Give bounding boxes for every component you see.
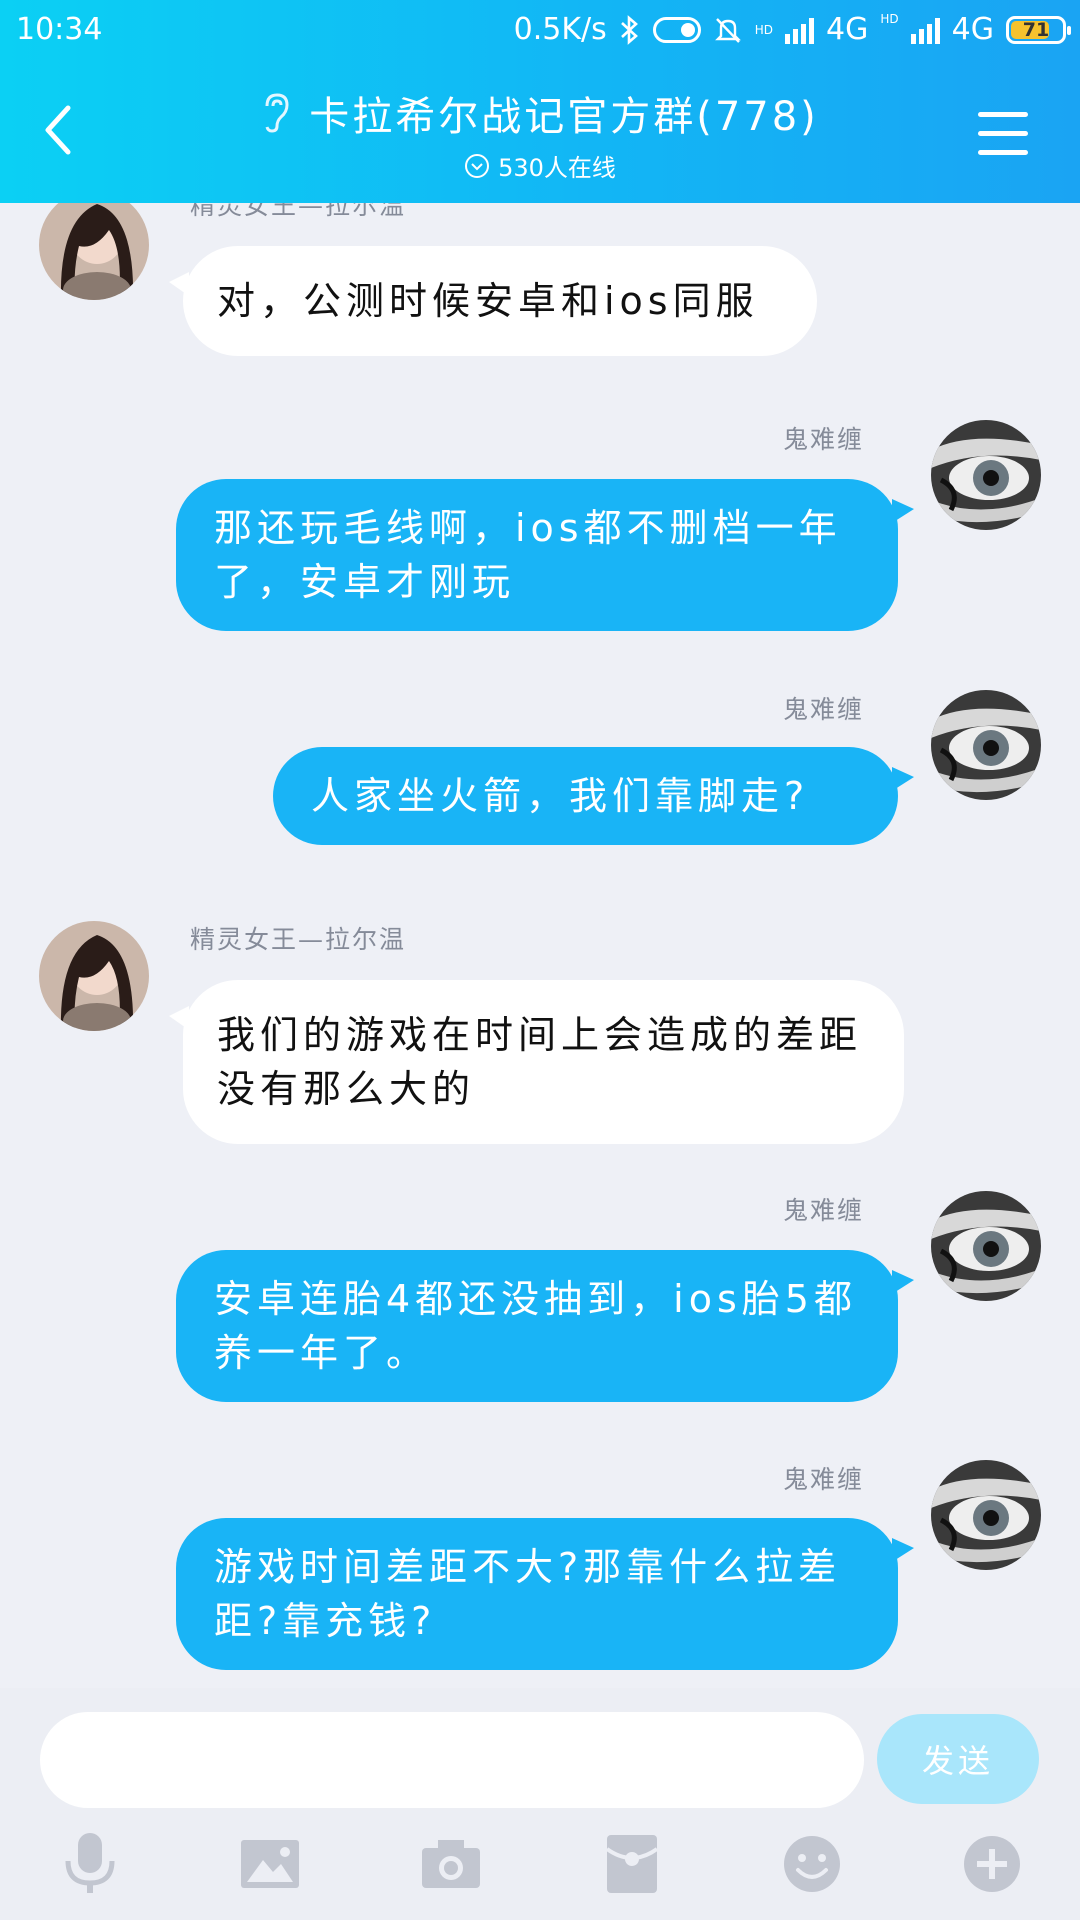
message-bubble[interactable]: 我们的游戏在时间上会造成的差距没有那么大的: [169, 980, 904, 1144]
online-count-text: 530人在线: [498, 154, 616, 182]
message-list[interactable]: 精灵女王—拉尔温 对，公测时候安卓和ios同服 鬼难缠 那还玩毛线啊，ios都不…: [0, 203, 1080, 1688]
red-packet-icon: [605, 1835, 659, 1893]
battery-icon: 71: [1006, 15, 1071, 44]
status-icons: 0.5K/s HD 4G HD 4G 71: [513, 12, 1071, 47]
chat-header: 10:34 0.5K/s HD 4G HD 4G 71 卡拉希尔战记官方群(77…: [0, 0, 1080, 203]
chat-title-area: 卡拉希尔战记官方群(778) 530人在线: [0, 84, 1080, 183]
message-bubble[interactable]: 安卓连胎4都还没抽到，ios胎5都养一年了。: [176, 1250, 914, 1402]
plus-icon: [964, 1836, 1020, 1892]
chevron-down-circle-icon: [465, 153, 490, 178]
toolbar: [0, 1828, 1080, 1908]
camera-button[interactable]: [419, 1828, 483, 1900]
menu-icon: [978, 112, 1028, 117]
online-count[interactable]: 530人在线: [464, 148, 616, 183]
network-type-2: 4G: [951, 12, 994, 47]
group-title-text: 卡拉希尔战记官方群(778): [309, 94, 819, 140]
status-bar: 10:34 0.5K/s HD 4G HD 4G 71: [0, 0, 1080, 62]
avatar-tiger-eye[interactable]: [931, 1191, 1041, 1301]
sender-name: 鬼难缠: [783, 695, 865, 724]
ear-icon: [265, 93, 289, 133]
sender-name: 鬼难缠: [783, 1196, 865, 1225]
avatar-tiger-eye[interactable]: [931, 420, 1041, 530]
toggle-icon: [652, 16, 701, 43]
signal-icon-1: [785, 16, 815, 44]
status-time: 10:34: [16, 12, 103, 47]
group-title[interactable]: 卡拉希尔战记官方群(778): [261, 84, 819, 142]
input-bar: 发送: [0, 1688, 1080, 1920]
hd-label-1: HD: [754, 22, 774, 37]
network-speed: 0.5K/s: [513, 12, 607, 47]
send-button[interactable]: 发送: [877, 1714, 1039, 1804]
sender-name: 鬼难缠: [783, 1465, 865, 1494]
battery-level: 71: [1022, 18, 1050, 41]
red-packet-button[interactable]: [600, 1828, 664, 1900]
signal-icon-2: [910, 16, 940, 44]
message-input[interactable]: [40, 1712, 864, 1808]
image-button[interactable]: [238, 1828, 302, 1900]
message-bubble[interactable]: 对，公测时候安卓和ios同服: [169, 246, 817, 356]
emoji-icon: [784, 1836, 840, 1892]
emoji-button[interactable]: [780, 1828, 844, 1900]
message-bubble[interactable]: 那还玩毛线啊，ios都不删档一年了，安卓才刚玩: [176, 479, 914, 631]
mute-bell-icon: [714, 17, 741, 43]
message-bubble[interactable]: 人家坐火箭，我们靠脚走?: [273, 747, 914, 845]
menu-icon-bar: [978, 150, 1028, 155]
avatar-tiger-eye[interactable]: [931, 690, 1041, 800]
image-icon: [241, 1840, 299, 1888]
sender-name: 鬼难缠: [783, 425, 865, 454]
voice-button[interactable]: [58, 1828, 122, 1900]
sender-name: 精灵女王—拉尔温: [190, 203, 407, 220]
avatar-tiger-eye[interactable]: [931, 1460, 1041, 1570]
network-type-1: 4G: [826, 12, 869, 47]
menu-icon-bar: [978, 131, 1028, 136]
sender-name: 精灵女王—拉尔温: [190, 925, 407, 954]
avatar-girl[interactable]: [39, 203, 149, 300]
microphone-icon: [65, 1833, 115, 1893]
camera-icon: [422, 1840, 480, 1888]
hd-label-2: HD: [880, 12, 899, 26]
avatar-girl[interactable]: [39, 921, 149, 1031]
more-button[interactable]: [960, 1828, 1024, 1900]
message-bubble[interactable]: 游戏时间差距不大?那靠什么拉差距?靠充钱?: [176, 1518, 914, 1670]
menu-button[interactable]: [978, 112, 1028, 156]
bluetooth-icon: [620, 14, 638, 45]
